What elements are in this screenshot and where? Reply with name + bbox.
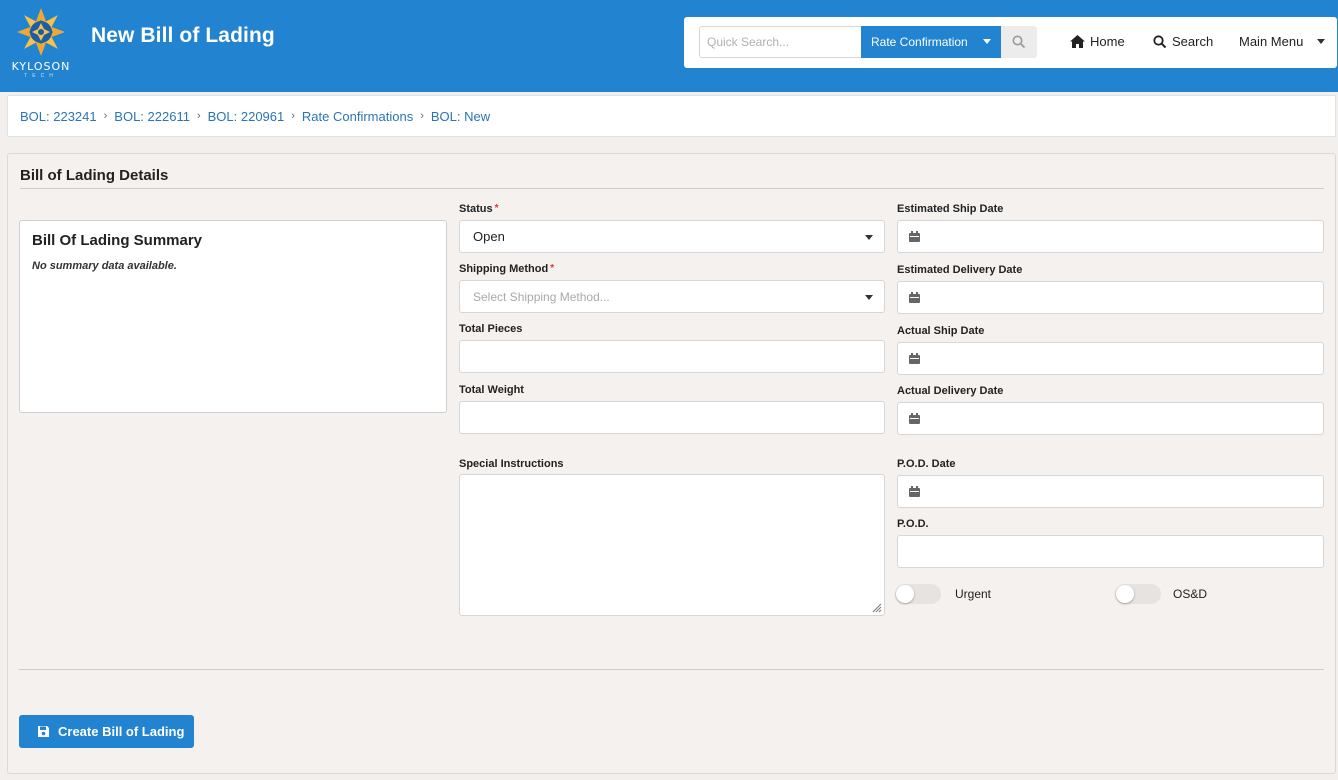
shipping-method-label-text: Shipping Method — [459, 263, 549, 275]
total-pieces-label: Total Pieces — [459, 323, 523, 335]
status-value: Open — [473, 229, 505, 244]
breadcrumb-link[interactable]: Rate Confirmations — [302, 109, 413, 124]
quick-search-button[interactable] — [1001, 26, 1037, 58]
total-weight-input[interactable] — [459, 401, 885, 434]
logo-subtext: TECH — [24, 73, 58, 79]
resize-handle-icon[interactable] — [871, 602, 882, 613]
urgent-label: Urgent — [955, 587, 992, 601]
actual-delivery-date-label: Actual Delivery Date — [897, 385, 1004, 397]
actual-ship-date-input[interactable] — [897, 342, 1324, 375]
quick-search-input[interactable] — [699, 26, 861, 58]
toggle-knob — [896, 585, 914, 603]
estimated-ship-date-input[interactable] — [897, 220, 1324, 253]
nav-search-link[interactable]: Search — [1153, 34, 1213, 49]
chevron-right-icon: › — [420, 110, 424, 122]
summary-title: Bill Of Lading Summary — [32, 232, 203, 249]
estimated-delivery-date-input[interactable] — [897, 281, 1324, 314]
actual-ship-date-label: Actual Ship Date — [897, 325, 985, 337]
search-icon — [1153, 34, 1167, 48]
save-icon — [38, 726, 49, 737]
toggle-knob — [1116, 585, 1134, 603]
breadcrumb-link[interactable]: BOL: 220961 — [208, 109, 285, 124]
main-menu-label: Main Menu — [1239, 34, 1304, 49]
chevron-right-icon: › — [103, 110, 108, 122]
caret-down-icon — [1317, 39, 1326, 44]
breadcrumb-link[interactable]: BOL: 222611 — [114, 109, 190, 124]
divider — [20, 188, 1324, 189]
caret-down-icon — [865, 295, 873, 300]
calendar-icon — [909, 353, 920, 364]
home-icon — [1070, 35, 1085, 48]
caret-down-icon — [983, 39, 991, 44]
bol-details-card: Bill of Lading Details Bill Of Lading Su… — [7, 153, 1336, 774]
calendar-icon — [909, 292, 920, 303]
shipping-method-placeholder: Select Shipping Method... — [473, 289, 610, 304]
nav-search-label: Search — [1172, 34, 1214, 49]
summary-empty-text: No summary data available. — [32, 260, 177, 272]
chevron-right-icon: › — [291, 110, 295, 122]
status-label: Status * — [459, 203, 499, 215]
estimated-delivery-date-label: Estimated Delivery Date — [897, 264, 1023, 276]
create-bol-label: Create Bill of Lading — [58, 724, 185, 739]
nav-panel: Rate Confirmation Home Search Main Menu — [684, 17, 1337, 68]
osd-label: OS&D — [1173, 587, 1208, 601]
main-menu-dropdown[interactable]: Main Menu — [1239, 34, 1326, 49]
divider — [19, 669, 1324, 670]
calendar-icon — [909, 413, 920, 424]
pod-label: P.O.D. — [897, 518, 929, 530]
chevron-right-icon: › — [196, 110, 201, 122]
calendar-icon — [909, 486, 920, 497]
status-select[interactable]: Open — [459, 220, 885, 253]
breadcrumb: BOL: 223241 › BOL: 222611 › BOL: 220961 … — [7, 95, 1336, 137]
total-weight-label: Total Weight — [459, 384, 524, 396]
pod-date-label: P.O.D. Date — [897, 458, 956, 470]
shipping-method-label: Shipping Method * — [459, 263, 554, 275]
urgent-toggle[interactable] — [895, 584, 941, 604]
shipping-method-select[interactable]: Select Shipping Method... — [459, 280, 885, 313]
actual-delivery-date-input[interactable] — [897, 402, 1324, 435]
calendar-icon — [909, 231, 920, 242]
top-bar: KYLOSON TECH New Bill of Lading Rate Con… — [0, 0, 1338, 92]
search-icon — [1012, 35, 1026, 49]
nav-home-label: Home — [1090, 34, 1125, 49]
search-type-dropdown[interactable]: Rate Confirmation — [861, 26, 1001, 58]
special-instructions-label: Special Instructions — [459, 458, 564, 470]
osd-toggle[interactable] — [1115, 584, 1161, 604]
required-marker: * — [550, 263, 555, 274]
caret-down-icon — [865, 235, 873, 240]
status-label-text: Status — [459, 203, 493, 215]
required-marker: * — [494, 203, 499, 214]
estimated-ship-date-label: Estimated Ship Date — [897, 203, 1004, 215]
page-title: New Bill of Lading — [91, 24, 275, 47]
special-instructions-textarea[interactable] — [459, 474, 885, 616]
total-pieces-input[interactable] — [459, 340, 885, 373]
breadcrumb-link[interactable]: BOL: 223241 — [20, 109, 97, 124]
card-title: Bill of Lading Details — [20, 167, 169, 184]
search-type-label: Rate Confirmation — [871, 35, 968, 49]
logo-wordmark: KYLOSON — [11, 60, 71, 73]
create-bol-button[interactable]: Create Bill of Lading — [19, 715, 194, 748]
pod-date-input[interactable] — [897, 475, 1324, 508]
pod-input[interactable] — [897, 535, 1324, 568]
nav-home-link[interactable]: Home — [1070, 34, 1125, 49]
bol-summary-panel: Bill Of Lading Summary No summary data a… — [19, 220, 447, 413]
breadcrumb-current[interactable]: BOL: New — [431, 109, 490, 124]
